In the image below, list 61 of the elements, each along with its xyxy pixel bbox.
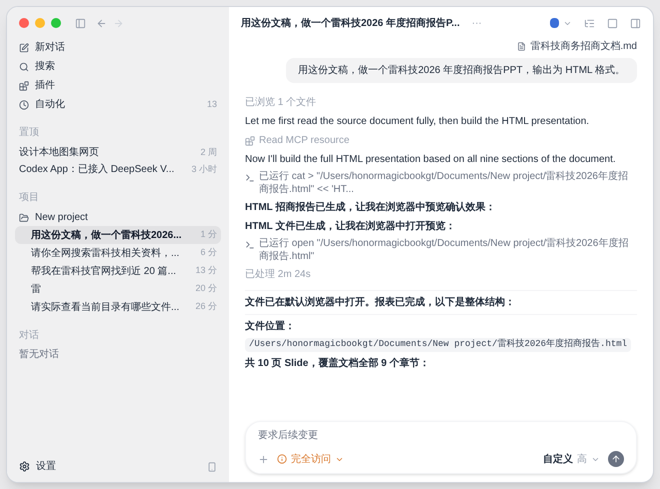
- panel-icon[interactable]: [630, 18, 641, 28]
- section-heading: 置顶: [18, 126, 40, 140]
- message-text: HTML 招商报告已生成，让我在浏览器中预览确认效果：: [245, 200, 496, 215]
- label-text: 文件位置：: [245, 320, 295, 334]
- model-button[interactable]: 自定义 高: [543, 452, 600, 466]
- chat-item[interactable]: 请实际查看当前目录有哪些文件... 26 分: [15, 298, 221, 316]
- send-button[interactable]: [608, 451, 624, 467]
- device-icon[interactable]: [207, 462, 217, 472]
- nav-item[interactable]: 自动化 13: [15, 96, 221, 113]
- nav-item[interactable]: 搜索: [15, 58, 221, 75]
- settings-item[interactable]: 设置: [19, 459, 56, 474]
- command-text: 已运行 cat > "/Users/honormagicbookgt/Documents/New project/雷科技2026年度招商报告.html" << 'HT...: [259, 171, 629, 196]
- empty-text: 暂无对话: [18, 348, 60, 362]
- clock-icon: [19, 100, 29, 110]
- close-window-icon[interactable]: [19, 18, 29, 28]
- message-text: 共 10 页 Slide，覆盖文档全部 9 个章节：: [245, 356, 430, 370]
- terminal-icon: [245, 173, 255, 183]
- nav-item[interactable]: 新对话: [15, 39, 221, 56]
- count-text: 13: [206, 98, 217, 111]
- chat-item[interactable]: 请你全网搜索雷科技相关资料，... 6 分: [15, 244, 221, 262]
- command-text: 已运行 open "/Users/honormagicbookgt/Documents/New project/雷科技2026年度招商报告.html": [259, 238, 630, 263]
- nav-item[interactable]: 插件: [15, 77, 221, 94]
- message-input[interactable]: 要求后续变更 完全访问 自定义 高: [245, 421, 637, 474]
- forward-icon[interactable]: [113, 18, 124, 28]
- user-message: 用这份文稿，做一个雷科技2026 年度招商报告PPT，输出为 HTML 格式。: [286, 58, 637, 83]
- blocks-icon: [19, 80, 29, 90]
- search-icon: [19, 62, 29, 72]
- folder-icon: [19, 212, 29, 222]
- window-title: 用这份文稿，做一个雷科技2026 年度招商报告P...: [241, 16, 460, 30]
- project-item[interactable]: New project: [15, 209, 221, 226]
- message-text: HTML 文件已生成，让我在浏览器中打开预览：: [245, 220, 456, 234]
- file-icon: [517, 42, 526, 51]
- back-icon[interactable]: [96, 18, 107, 28]
- minimize-window-icon[interactable]: [35, 18, 45, 28]
- arrow-up-icon: [611, 454, 621, 464]
- section-heading: 项目: [18, 191, 40, 205]
- chat-item[interactable]: 设计本地图集网页 2 周: [15, 144, 221, 161]
- terminal-icon: [245, 240, 255, 250]
- window-icon[interactable]: [607, 18, 618, 28]
- section-heading: 对话: [18, 328, 40, 343]
- chat-item[interactable]: 帮我在雷科技官网找到近 20 篇... 13 分: [15, 262, 221, 280]
- tool-text: Read MCP resource: [259, 134, 350, 148]
- list-icon[interactable]: [584, 18, 595, 28]
- chat-item[interactable]: 用这份文稿，做一个雷科技2026... 1 分: [15, 226, 221, 244]
- chat-item[interactable]: 雷 20 分: [15, 280, 221, 298]
- sidebar-toggle-icon[interactable]: [75, 18, 86, 28]
- message-text: 文件已在默认浏览器中打开。报表已完成，以下是整体结构：: [245, 295, 516, 310]
- status-text: 已浏览 1 个文件: [245, 96, 318, 110]
- settings-icon: [19, 461, 30, 472]
- add-icon[interactable]: [258, 454, 269, 464]
- compose-icon: [19, 42, 29, 52]
- path-code: /Users/honormagicbookgt/Documents/New project/雷科技2026年度招商报告.html: [245, 338, 632, 352]
- message-text: Let me first read the source document fully, then build the HTML presentation.: [245, 115, 590, 129]
- chat-item[interactable]: Codex App：已接入 DeepSeek V... 3 小时: [15, 161, 221, 178]
- message-text: Now I'll build the full HTML presentation based on all nine sections of the document.: [245, 153, 617, 167]
- status-text: 已处理 2m 24s: [245, 268, 312, 282]
- maximize-window-icon[interactable]: [51, 18, 61, 28]
- plugin-icon: [245, 136, 255, 146]
- info-icon: [277, 454, 287, 464]
- app-icon[interactable]: [550, 18, 559, 28]
- attachment-name[interactable]: 雷科技商务招商文档.md: [530, 39, 637, 54]
